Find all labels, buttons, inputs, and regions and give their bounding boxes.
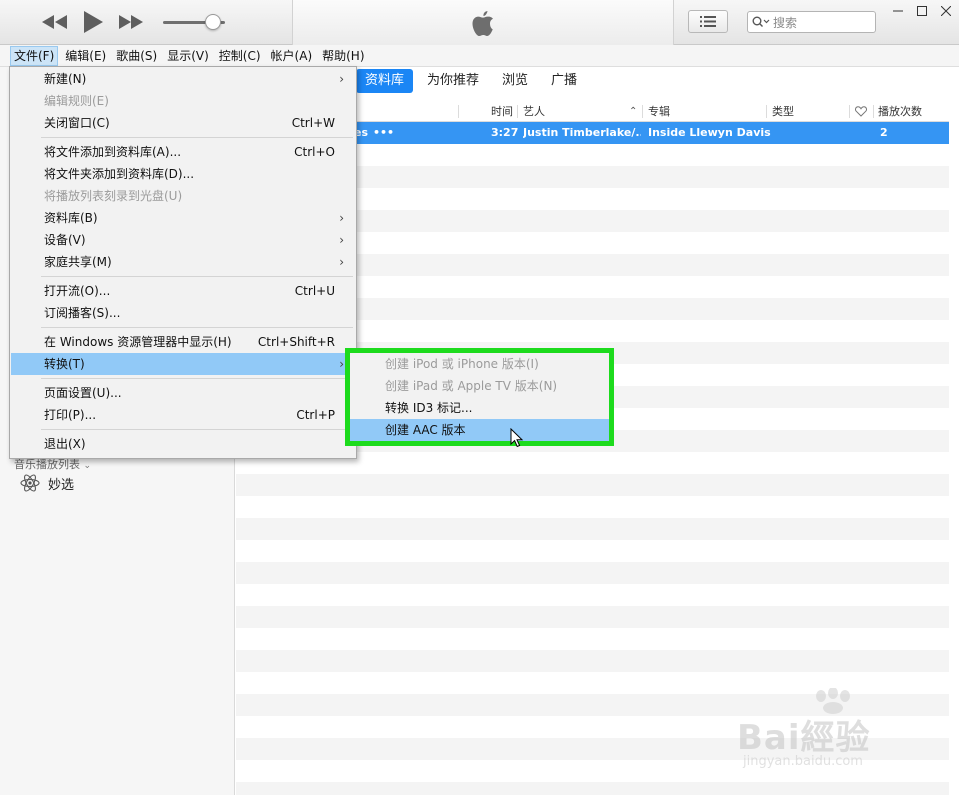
menu-separator <box>41 429 353 430</box>
empty-row <box>236 540 949 562</box>
empty-row <box>236 496 949 518</box>
menu-controls[interactable]: 控制(C) <box>216 46 264 66</box>
menu-item-show-in-explorer[interactable]: 在 Windows 资源管理器中显示(H) Ctrl+Shift+R <box>11 331 355 353</box>
transport-bar: 搜索 <box>0 0 959 45</box>
list-view-button[interactable] <box>688 10 728 33</box>
fast-forward-icon[interactable] <box>116 9 146 35</box>
menu-item-subscribe-podcast[interactable]: 订阅播客(S)... <box>11 302 355 324</box>
menu-separator <box>41 276 353 277</box>
sidebar-section-label: 音乐播放列表 <box>14 458 80 471</box>
submenu-item-ipad-version[interactable]: 创建 iPad 或 Apple TV 版本(N) <box>350 375 609 397</box>
menu-item-print[interactable]: 打印(P)... Ctrl+P <box>11 404 355 426</box>
menu-item-library[interactable]: 资料库(B) › <box>11 207 355 229</box>
menu-item-new[interactable]: 新建(N) › <box>11 68 355 90</box>
submenu-item-convert-id3[interactable]: 转换 ID3 标记... <box>350 397 609 419</box>
search-input[interactable]: 搜索 <box>747 11 876 33</box>
menu-item-add-file[interactable]: 将文件添加到资料库(A)... Ctrl+O <box>11 141 355 163</box>
plays-cell: 2 <box>880 126 888 139</box>
empty-row <box>236 628 949 650</box>
empty-row <box>236 782 949 795</box>
list-icon <box>700 16 716 27</box>
apple-logo-icon <box>472 10 493 36</box>
library-tabs: 资料库 为你推荐 浏览 广播 <box>356 69 591 93</box>
tab-radio[interactable]: 广播 <box>542 69 586 93</box>
rewind-icon[interactable] <box>40 9 70 35</box>
file-menu-dropdown: 新建(N) › 编辑规则(E) 关闭窗口(C) Ctrl+W 将文件添加到资料库(A… <box>9 66 357 459</box>
tab-browse[interactable]: 浏览 <box>493 69 537 93</box>
search-placeholder: 搜索 <box>773 15 798 30</box>
chevron-right-icon: › <box>339 233 344 247</box>
menu-item-burn-playlist[interactable]: 将播放列表刻录到光盘(U) <box>11 185 355 207</box>
menu-file[interactable]: 文件(F) <box>10 45 59 66</box>
sidebar-item-genius[interactable]: 妙选 <box>20 472 74 494</box>
submenu-item-create-aac[interactable]: 创建 AAC 版本 <box>350 419 609 441</box>
baidu-watermark: Bai經验 jingyan.baidu.com <box>733 688 913 780</box>
chevron-right-icon: › <box>339 255 344 269</box>
column-artist[interactable]: 艺人 <box>523 101 545 122</box>
watermark-brand: Bai經验 <box>737 718 871 758</box>
atom-icon <box>20 474 40 492</box>
menu-item-edit-rules[interactable]: 编辑规则(E) <box>11 90 355 112</box>
play-icon[interactable] <box>78 9 108 35</box>
close-icon[interactable] <box>936 3 956 19</box>
column-album[interactable]: 专辑 <box>648 101 670 122</box>
watermark-url: jingyan.baidu.com <box>743 754 863 769</box>
submenu-item-ipod-version[interactable]: 创建 iPod 或 iPhone 版本(I) <box>350 353 609 375</box>
column-time[interactable]: 时间 <box>491 101 513 122</box>
tab-for-you[interactable]: 为你推荐 <box>418 69 488 93</box>
menu-separator <box>41 137 353 138</box>
empty-row <box>236 518 949 540</box>
menu-item-devices[interactable]: 设备(V) › <box>11 229 355 251</box>
sidebar-item-label: 妙选 <box>48 477 75 493</box>
menu-help[interactable]: 帮助(H) <box>319 46 367 66</box>
empty-row <box>236 584 949 606</box>
empty-row <box>236 562 949 584</box>
heart-icon[interactable] <box>855 101 867 122</box>
chevron-down-icon: ⌄ <box>83 461 92 471</box>
more-options-icon[interactable]: ••• <box>373 122 394 144</box>
volume-knob[interactable] <box>204 14 221 30</box>
menu-item-exit[interactable]: 退出(X) <box>11 433 355 455</box>
time-cell: 3:27 <box>491 126 519 139</box>
menu-separator <box>41 327 353 328</box>
itunes-window: 搜索 文件(F) 编辑(E) 歌曲(S) 显示(V) 控制(C) 帐户(A) 帮… <box>0 0 959 795</box>
mouse-pointer-icon <box>510 428 524 448</box>
empty-row <box>236 650 949 672</box>
menu-song[interactable]: 歌曲(S) <box>113 46 160 66</box>
menu-bar: 文件(F) 编辑(E) 歌曲(S) 显示(V) 控制(C) 帐户(A) 帮助(H… <box>0 45 959 67</box>
chevron-right-icon: › <box>339 72 344 86</box>
column-plays[interactable]: 播放次数 <box>878 101 922 122</box>
search-icon <box>752 16 770 27</box>
menu-item-convert[interactable]: 转换(T) › <box>11 353 355 375</box>
maximize-icon[interactable] <box>912 3 932 19</box>
menu-view[interactable]: 显示(V) <box>164 46 212 66</box>
menu-item-open-stream[interactable]: 打开流(O)... Ctrl+U <box>11 280 355 302</box>
empty-row <box>236 606 949 628</box>
menu-item-add-folder[interactable]: 将文件夹添加到资料库(D)... <box>11 163 355 185</box>
menu-edit[interactable]: 编辑(E) <box>62 46 109 66</box>
sort-ascending-icon[interactable]: ⌃ <box>629 101 637 122</box>
empty-row <box>236 474 949 496</box>
menu-item-page-setup[interactable]: 页面设置(U)... <box>11 382 355 404</box>
menu-separator <box>41 378 353 379</box>
tab-library[interactable]: 资料库 <box>356 69 414 93</box>
minimize-icon[interactable] <box>888 3 908 19</box>
menu-account[interactable]: 帐户(A) <box>268 46 316 66</box>
chevron-right-icon: › <box>339 357 344 371</box>
chevron-right-icon: › <box>339 211 344 225</box>
artist-cell: Justin Timberlake/... <box>523 126 641 139</box>
album-cell: Inside Llewyn Davis <box>648 126 771 139</box>
column-genre[interactable]: 类型 <box>772 101 794 122</box>
now-playing-display <box>292 0 674 45</box>
convert-submenu: 创建 iPod 或 iPhone 版本(I) 创建 iPad 或 Apple T… <box>350 353 609 441</box>
menu-item-home-sharing[interactable]: 家庭共享(M) › <box>11 251 355 273</box>
menu-item-close-window[interactable]: 关闭窗口(C) Ctrl+W <box>11 112 355 134</box>
